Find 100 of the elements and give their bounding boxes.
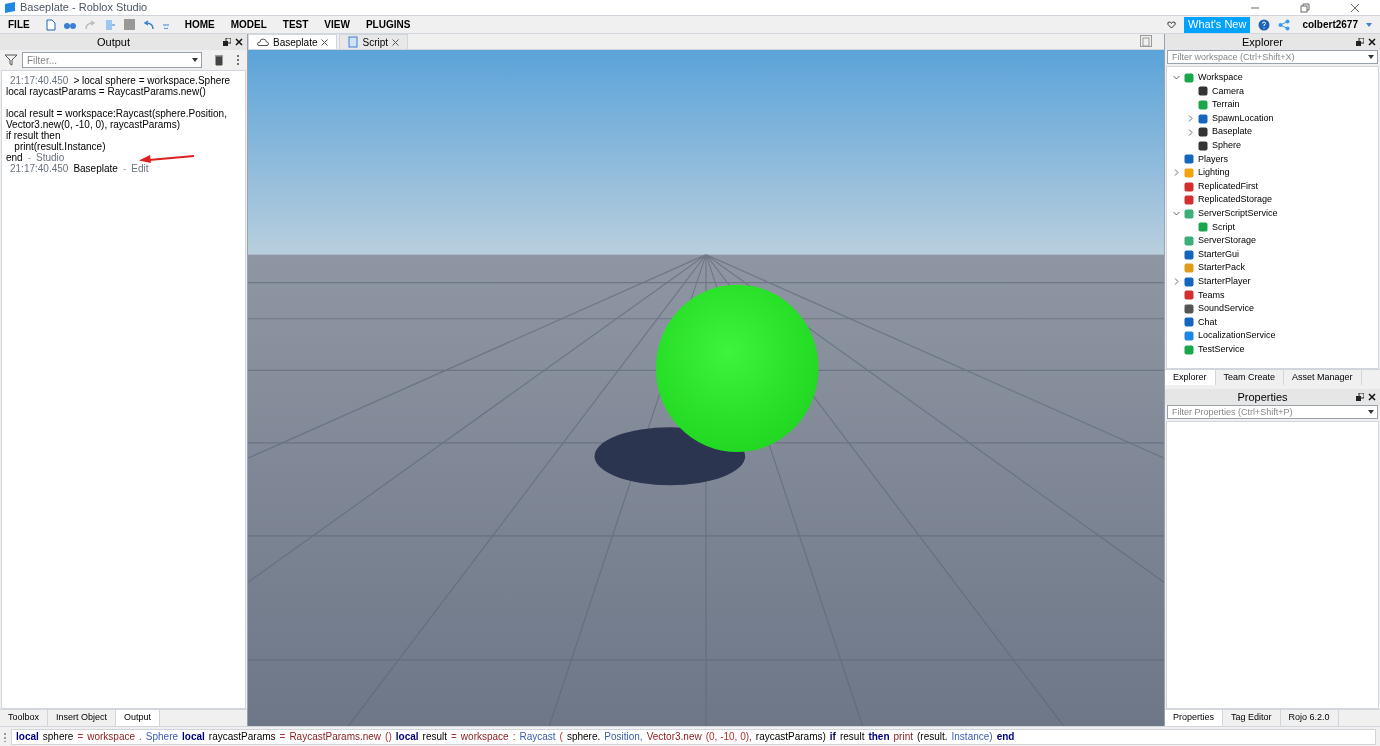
code-token: =	[279, 730, 286, 744]
tree-item[interactable]: Teams	[1198, 288, 1225, 303]
code-token: then	[868, 730, 890, 744]
tree-item[interactable]: Camera	[1212, 84, 1244, 99]
undo-icon[interactable]	[142, 19, 155, 30]
tree-item[interactable]: SoundService	[1198, 302, 1255, 316]
code-token: print	[893, 730, 913, 744]
code-token: Position,	[604, 730, 643, 744]
file-menu[interactable]: FILE	[8, 17, 30, 32]
tree-item[interactable]: ServerStorage	[1198, 234, 1257, 248]
chevron-right-icon[interactable]	[1173, 278, 1180, 286]
chevron-right-icon[interactable]	[1187, 115, 1194, 123]
share-icon[interactable]	[1278, 18, 1291, 31]
filter-field[interactable]: Filter workspace (Ctrl+Shift+X)	[1167, 50, 1378, 64]
new-file-icon[interactable]	[45, 18, 56, 31]
code-token: (result.	[916, 730, 948, 744]
user-menu[interactable]: colbert2677	[1302, 17, 1358, 32]
ribbon-tab[interactable]: TEST	[282, 17, 309, 32]
stop-icon[interactable]	[123, 19, 135, 30]
chevron-down-icon[interactable]	[1173, 74, 1180, 82]
viewport-toggle-icon[interactable]	[1140, 35, 1152, 47]
panel-tab[interactable]: Explorer	[1165, 370, 1216, 385]
tree-item[interactable]: TestService	[1198, 342, 1245, 357]
annotation-arrow-drawing	[139, 153, 195, 163]
help-icon[interactable]	[1258, 18, 1271, 31]
caret-icon[interactable]	[1368, 410, 1374, 414]
tree-item[interactable]: ServerScriptService	[1198, 207, 1278, 221]
code-token: local	[182, 730, 205, 744]
code-token: raycastParams)	[755, 730, 826, 744]
code-token: .	[139, 730, 142, 744]
filter-field[interactable]: Filter Properties (Ctrl+Shift+P)	[1167, 405, 1378, 419]
object-icon	[1198, 222, 1208, 233]
panel-tab[interactable]: Output	[116, 710, 161, 726]
document-tab[interactable]: Baseplate	[248, 34, 338, 49]
panel-tab[interactable]: Properties	[1165, 710, 1224, 726]
tree-item[interactable]: Workspace	[1198, 71, 1243, 85]
object-icon	[1198, 113, 1208, 124]
object-icon	[1184, 344, 1194, 355]
filter-field[interactable]: Filter...	[22, 52, 202, 68]
code-token: workspace	[460, 730, 509, 744]
restore-icon[interactable]	[1300, 2, 1310, 13]
log-text: print(result.Instance)	[14, 141, 106, 152]
trash-icon[interactable]	[214, 54, 224, 66]
log-source: Edit	[131, 163, 149, 174]
more-icon[interactable]	[236, 54, 240, 66]
tree-item[interactable]: Terrain	[1212, 98, 1240, 112]
log-text: local result = workspace:Raycast(sphere.Position,	[6, 108, 227, 119]
ribbon-tab[interactable]: MODEL	[230, 17, 267, 32]
close-icon[interactable]	[392, 38, 400, 46]
tree-item[interactable]: Chat	[1198, 315, 1217, 330]
code-token: result	[839, 730, 865, 744]
object-icon	[1198, 86, 1208, 97]
tree-item[interactable]: LocalizationService	[1198, 329, 1276, 343]
code-token: (	[559, 730, 563, 744]
tree-item[interactable]: ReplicatedFirst	[1198, 179, 1259, 194]
tree-item[interactable]: StarterGui	[1198, 247, 1239, 262]
caret-icon[interactable]	[1368, 55, 1374, 59]
ribbon-tab[interactable]: VIEW	[324, 17, 350, 32]
tree-item[interactable]: Script	[1212, 220, 1235, 235]
panel-title: Output	[96, 34, 131, 50]
code-token: Raycast	[519, 730, 556, 744]
tree-item[interactable]: StarterPack	[1198, 261, 1246, 275]
close-icon[interactable]	[235, 38, 243, 46]
log-text: end	[6, 152, 23, 163]
tree-item[interactable]: Baseplate	[1212, 125, 1253, 139]
window-title: Baseplate - Roblox Studio	[20, 0, 148, 16]
code-token: Instance)	[951, 730, 993, 744]
close-icon[interactable]	[1368, 393, 1376, 401]
undock-icon[interactable]	[1356, 393, 1364, 401]
chevron-right-icon[interactable]	[1173, 169, 1180, 177]
undock-icon[interactable]	[223, 38, 231, 46]
object-icon	[1184, 181, 1194, 192]
close-icon[interactable]	[1368, 38, 1376, 46]
tree-item[interactable]: SpawnLocation	[1212, 111, 1274, 126]
ribbon-tab[interactable]: PLUGINS	[365, 17, 411, 32]
object-icon	[1198, 140, 1208, 151]
object-icon	[1184, 208, 1194, 219]
tree-item[interactable]: Players	[1198, 152, 1228, 167]
close-icon[interactable]	[321, 38, 329, 46]
object-icon	[1184, 303, 1194, 314]
tree-item[interactable]: ReplicatedStorage	[1198, 193, 1273, 207]
tree-item[interactable]: Sphere	[1212, 139, 1242, 153]
filter-icon[interactable]	[4, 53, 18, 67]
tree-item[interactable]: Lighting	[1198, 166, 1230, 180]
command-bar[interactable]	[11, 728, 1376, 745]
object-icon	[1184, 331, 1194, 342]
ribbon-tab[interactable]: HOME	[184, 17, 215, 32]
code-token: (0, -10, 0),	[705, 730, 752, 744]
object-icon	[1184, 167, 1194, 178]
tree-item[interactable]: StarterPlayer	[1198, 274, 1251, 289]
object-icon	[1184, 249, 1194, 260]
document-tab[interactable]: Script	[339, 34, 409, 49]
chevron-down-icon[interactable]	[1173, 210, 1180, 218]
undock-icon[interactable]	[1356, 38, 1364, 46]
heart-icon[interactable]	[1167, 20, 1177, 29]
code-token: result	[422, 730, 447, 744]
code-token: if	[829, 730, 836, 744]
caret-icon[interactable]	[192, 58, 198, 62]
chevron-right-icon[interactable]	[1187, 128, 1194, 136]
grip-icon[interactable]	[4, 731, 7, 742]
